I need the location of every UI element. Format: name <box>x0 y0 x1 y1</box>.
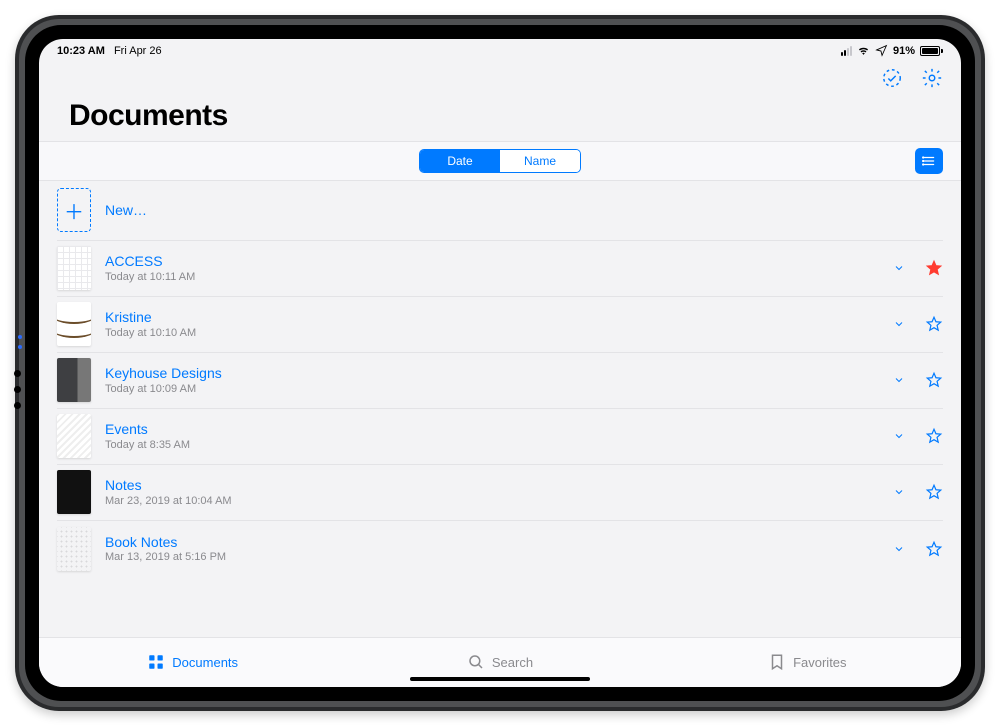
chevron-down-icon[interactable] <box>893 486 905 498</box>
new-document-label: New… <box>105 202 943 219</box>
list-item[interactable]: Kristine Today at 10:10 AM <box>57 297 943 353</box>
list-item[interactable]: ACCESS Today at 10:11 AM <box>57 241 943 297</box>
nav-toolbar <box>39 63 961 99</box>
tab-bar: Documents Search Favorites <box>39 637 961 687</box>
select-mode-icon[interactable] <box>881 67 903 94</box>
doc-subtitle: Today at 10:09 AM <box>105 383 879 395</box>
chevron-down-icon[interactable] <box>893 543 905 555</box>
doc-thumbnail <box>57 527 91 571</box>
favorite-star-icon[interactable] <box>925 427 943 445</box>
status-bar: 10:23 AM Fri Apr 26 91% <box>39 39 961 63</box>
list-item[interactable]: Events Today at 8:35 AM <box>57 409 943 465</box>
battery-icon <box>920 46 943 56</box>
doc-thumbnail <box>57 302 91 346</box>
list-item[interactable]: Notes Mar 23, 2019 at 10:04 AM <box>57 465 943 521</box>
settings-icon[interactable] <box>921 67 943 94</box>
tab-label: Search <box>492 655 533 670</box>
segment-date[interactable]: Date <box>420 150 500 172</box>
chevron-down-icon[interactable] <box>893 374 905 386</box>
list-item[interactable]: Book Notes Mar 13, 2019 at 5:16 PM <box>57 521 943 577</box>
favorite-star-icon[interactable] <box>925 259 943 277</box>
favorite-star-icon[interactable] <box>925 540 943 558</box>
favorite-star-icon[interactable] <box>925 371 943 389</box>
wifi-icon <box>857 44 870 57</box>
doc-thumbnail <box>57 246 91 290</box>
search-icon <box>467 653 485 671</box>
page-title: Documents <box>39 99 961 133</box>
tab-documents[interactable]: Documents <box>39 653 346 671</box>
bookmark-icon <box>768 653 786 671</box>
doc-subtitle: Mar 13, 2019 at 5:16 PM <box>105 551 879 563</box>
status-date: Fri Apr 26 <box>114 45 162 57</box>
location-icon <box>875 44 888 57</box>
doc-title: ACCESS <box>105 253 879 270</box>
doc-thumbnail <box>57 358 91 402</box>
tab-favorites[interactable]: Favorites <box>654 653 961 671</box>
sort-segment: Date Name <box>419 149 581 173</box>
chevron-down-icon[interactable] <box>893 430 905 442</box>
plus-icon[interactable]: ＋ <box>57 188 91 232</box>
doc-title: Notes <box>105 477 879 494</box>
doc-title: Keyhouse Designs <box>105 365 879 382</box>
chevron-down-icon[interactable] <box>893 318 905 330</box>
battery-percent: 91% <box>893 45 915 57</box>
favorite-star-icon[interactable] <box>925 315 943 333</box>
view-mode-list-icon[interactable] <box>915 148 943 174</box>
doc-subtitle: Today at 10:11 AM <box>105 271 879 283</box>
status-time: 10:23 AM <box>57 45 105 57</box>
home-indicator[interactable] <box>410 677 590 681</box>
segment-name[interactable]: Name <box>500 150 580 172</box>
chevron-down-icon[interactable] <box>893 262 905 274</box>
list-item[interactable]: Keyhouse Designs Today at 10:09 AM <box>57 353 943 409</box>
doc-subtitle: Today at 8:35 AM <box>105 439 879 451</box>
sort-bar: Date Name <box>39 141 961 181</box>
grid-icon <box>147 653 165 671</box>
doc-title: Book Notes <box>105 534 879 551</box>
new-document-row[interactable]: ＋ New… <box>57 181 943 241</box>
tab-label: Favorites <box>793 655 846 670</box>
documents-list[interactable]: ＋ New… ACCESS Today at 10:11 AM <box>39 181 961 637</box>
tab-search[interactable]: Search <box>346 653 653 671</box>
doc-title: Kristine <box>105 309 879 326</box>
doc-thumbnail <box>57 414 91 458</box>
ipad-frame: 10:23 AM Fri Apr 26 91% <box>15 15 985 711</box>
doc-subtitle: Mar 23, 2019 at 10:04 AM <box>105 495 879 507</box>
doc-thumbnail <box>57 470 91 514</box>
doc-title: Events <box>105 421 879 438</box>
cellular-icon <box>841 46 852 56</box>
favorite-star-icon[interactable] <box>925 483 943 501</box>
tab-label: Documents <box>172 655 238 670</box>
doc-subtitle: Today at 10:10 AM <box>105 327 879 339</box>
